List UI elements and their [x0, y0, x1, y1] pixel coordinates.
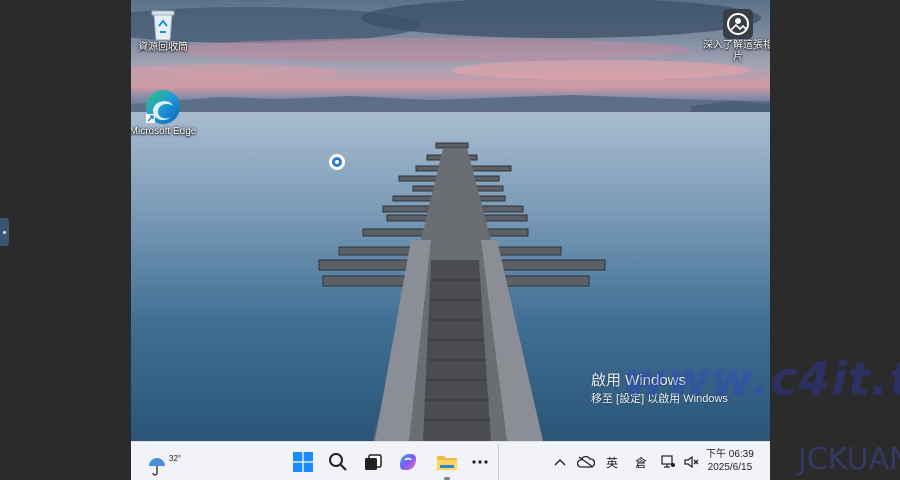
clock-time: 下午 06:39: [706, 449, 754, 460]
learn-about-picture-icon: [723, 9, 753, 39]
desktop-screen: 資源回收筒 Microsoft Edge 深入了解這張相片 啟用 Windows…: [131, 0, 770, 480]
more-button[interactable]: [466, 448, 494, 476]
ime-language-text: 英: [605, 455, 618, 470]
file-explorer-button[interactable]: [433, 448, 461, 476]
recycle-bin-shortcut[interactable]: 資源回收筒: [131, 8, 198, 54]
start-icon: [293, 452, 313, 472]
ime-language-button[interactable]: 英: [601, 450, 623, 474]
handle-dot: [3, 230, 6, 234]
network-button[interactable]: [659, 450, 679, 474]
learn-picture-label: 深入了解這張相片: [703, 40, 770, 63]
copilot-icon: [400, 454, 416, 470]
taskbar: 32° 英 倉 下午 06:39 2025/6/15: [131, 441, 770, 480]
task-view-button[interactable]: [359, 448, 387, 476]
onedrive-button[interactable]: [575, 450, 597, 474]
clock-date: 2025/6/15: [707, 462, 753, 473]
task-view-icon: [365, 454, 382, 470]
show-hidden-icons-button[interactable]: [551, 450, 569, 474]
busy-cursor-icon: [329, 154, 345, 170]
start-button[interactable]: [289, 448, 317, 476]
search-icon: [329, 453, 347, 471]
learn-picture-shortcut[interactable]: 深入了解這張相片: [703, 8, 770, 64]
edge-shortcut[interactable]: Microsoft Edge: [131, 88, 198, 138]
search-button[interactable]: [324, 448, 352, 476]
ime-mode-text: 倉: [634, 455, 647, 470]
more-icon: [472, 460, 488, 464]
weather-widget[interactable]: 32°: [145, 448, 181, 476]
edge-label: Microsoft Edge: [131, 126, 197, 137]
network-monitor-icon: [661, 455, 675, 468]
chevron-up-icon: [554, 459, 566, 466]
author-watermark: JCKUAN: [798, 442, 900, 477]
weather-temperature: 32°: [169, 454, 182, 463]
recycle-bin-label: 資源回收筒: [138, 42, 188, 53]
taskbar-divider: [498, 444, 499, 480]
speaker-muted-icon: [684, 455, 699, 469]
recycle-bin-icon: [151, 10, 175, 41]
ime-mode-button[interactable]: 倉: [630, 450, 652, 474]
site-watermark: www.c4it.tw: [624, 352, 900, 406]
file-explorer-icon: [437, 456, 457, 470]
copilot-button[interactable]: [394, 448, 422, 476]
clock[interactable]: 下午 06:39 2025/6/15: [706, 448, 754, 474]
edge-icon: [146, 90, 180, 124]
volume-button[interactable]: [682, 450, 702, 474]
umbrella-icon: [149, 458, 165, 476]
busy-ring: [332, 157, 342, 167]
side-panel-handle[interactable]: [0, 218, 9, 246]
cloud-offline-icon: [577, 456, 595, 468]
